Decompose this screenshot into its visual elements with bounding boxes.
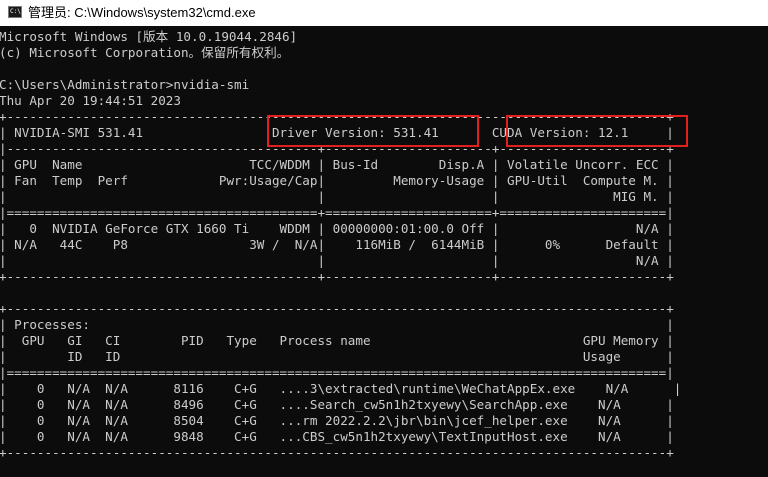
processes-border-top: +---------------------------------------… xyxy=(0,301,674,316)
window-titlebar[interactable]: 管理员: C:\Windows\system32\cmd.exe xyxy=(0,0,768,26)
process-row: | 0 N/A N/A 8504 C+G ...rm 2022.2.2\jbr\… xyxy=(0,413,674,428)
console-line-copyright: (c) Microsoft Corporation。保留所有权利。 xyxy=(0,45,290,60)
gpu-column-header-1: | GPU Name TCC/WDDM | Bus-Id Disp.A | Vo… xyxy=(0,157,674,172)
console-line-banner: Microsoft Windows [版本 10.0.19044.2846] xyxy=(0,29,298,44)
driver-version-highlight xyxy=(267,115,479,147)
gpu-row-2: | N/A 44C P8 3W / N/A| 116MiB / 6144MiB … xyxy=(0,237,674,252)
gpu-column-header-3: | | | MIG M. | xyxy=(0,189,674,204)
table-double-separator: |=======================================… xyxy=(0,205,674,220)
cuda-version-highlight xyxy=(506,115,688,147)
process-row: | 0 N/A N/A 8496 C+G ....Search_cw5n1h2t… xyxy=(0,397,674,412)
processes-title: | Processes: | xyxy=(0,317,674,332)
processes-column-header-1: | GPU GI CI PID Type Process name GPU Me… xyxy=(0,333,674,348)
console-line-prompt: C:\Users\Administrator>nvidia-smi xyxy=(0,77,250,92)
gpu-column-header-2: | Fan Temp Perf Pwr:Usage/Cap| Memory-Us… xyxy=(0,173,674,188)
process-row: | 0 N/A N/A 9848 C+G ...CBS_cw5n1h2txyew… xyxy=(0,429,674,444)
processes-double-separator: |=======================================… xyxy=(0,365,674,380)
gpu-row-1: | 0 NVIDIA GeForce GTX 1660 Ti WDDM | 00… xyxy=(0,221,674,236)
cmd-icon xyxy=(8,6,22,18)
processes-column-header-2: | ID ID Usage | xyxy=(0,349,674,364)
processes-border-bottom: +---------------------------------------… xyxy=(0,445,674,460)
console-line-timestamp: Thu Apr 20 19:44:51 2023 xyxy=(0,93,181,108)
process-row: | 0 N/A N/A 8116 C+G ....3\extracted\run… xyxy=(0,381,682,396)
table-border-bottom: +---------------------------------------… xyxy=(0,269,674,284)
gpu-row-3: | | | N/A | xyxy=(0,253,674,268)
console-output[interactable]: Microsoft Windows [版本 10.0.19044.2846] (… xyxy=(0,0,768,477)
window-title: 管理员: C:\Windows\system32\cmd.exe xyxy=(28,5,256,20)
